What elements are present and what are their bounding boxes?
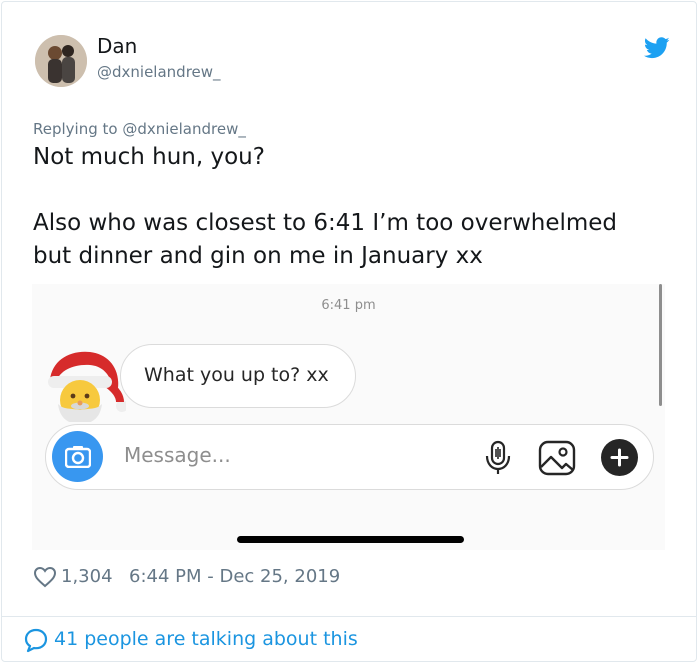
microphone-icon[interactable] xyxy=(484,440,512,476)
like-count[interactable]: 1,304 xyxy=(61,566,113,587)
message-bubble: What you up to? xx xyxy=(120,344,356,408)
message-timestamp: 6:41 pm xyxy=(321,298,376,313)
camera-icon xyxy=(65,446,91,468)
divider xyxy=(1,616,697,617)
camera-button[interactable] xyxy=(52,431,103,482)
message-composer[interactable] xyxy=(45,424,654,490)
scrollbar xyxy=(659,284,662,406)
message-input[interactable] xyxy=(124,443,454,467)
avatar[interactable] xyxy=(35,35,87,87)
tweet-text-line: Not much hun, you? xyxy=(33,144,265,170)
author-handle[interactable]: @dxnielandrew_ xyxy=(97,63,221,81)
attached-screenshot[interactable]: 6:41 pm What you up to? xx xyxy=(32,284,665,550)
tweet-text-line: Also who was closest to 6:41 I’m too ove… xyxy=(33,210,618,236)
twitter-bird-icon[interactable] xyxy=(644,37,670,59)
home-indicator xyxy=(237,536,464,543)
replying-to[interactable]: Replying to @dxnielandrew_ xyxy=(33,120,246,138)
heart-icon[interactable] xyxy=(33,565,57,589)
tweet-text-line: but dinner and gin on me in January xx xyxy=(33,243,483,269)
plus-icon xyxy=(610,448,629,467)
author-name[interactable]: Dan xyxy=(97,34,137,58)
gallery-icon[interactable] xyxy=(538,439,576,477)
conversation-link[interactable]: 41 people are talking about this xyxy=(54,628,358,650)
tweet-timestamp[interactable]: 6:44 PM - Dec 25, 2019 xyxy=(129,566,340,587)
comment-bubble-icon[interactable] xyxy=(23,627,49,653)
add-button[interactable] xyxy=(601,439,638,476)
santa-emoji-avatar xyxy=(48,351,126,422)
